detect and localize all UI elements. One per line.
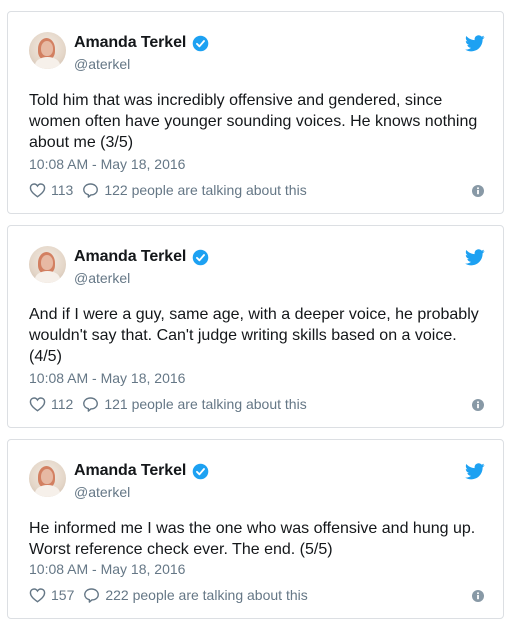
user-handle[interactable]: @aterkel: [74, 56, 130, 72]
tweet-card[interactable]: Amanda Terkel @aterkel Told him that was…: [7, 11, 504, 214]
twitter-bird-icon[interactable]: [465, 463, 485, 480]
display-name[interactable]: Amanda Terkel: [74, 248, 186, 266]
display-name[interactable]: Amanda Terkel: [74, 34, 186, 52]
author-row: Amanda Terkel: [74, 248, 209, 266]
avatar[interactable]: [29, 460, 66, 497]
avatar[interactable]: [29, 32, 66, 69]
tweet-actions: 157 222 people are talking about this: [29, 587, 317, 603]
like-count: 112: [51, 396, 74, 412]
heart-icon: [29, 588, 46, 603]
talking-count: 122 people are talking about this: [104, 182, 307, 198]
talking-count: 121 people are talking about this: [104, 396, 307, 412]
conversation-action[interactable]: 222 people are talking about this: [83, 587, 308, 603]
embedded-tweet-thread: Amanda Terkel @aterkel Told him that was…: [0, 0, 522, 634]
verified-badge-icon: [192, 463, 209, 479]
speech-bubble-icon: [84, 588, 100, 603]
verified-badge-icon: [192, 249, 209, 265]
display-name[interactable]: Amanda Terkel: [74, 462, 186, 480]
author-row: Amanda Terkel: [74, 34, 209, 52]
avatar[interactable]: [29, 246, 66, 283]
tweet-text: And if I were a guy, same age, with a de…: [29, 306, 479, 365]
tweet-text: Told him that was incredibly offensive a…: [29, 92, 478, 151]
speech-bubble-icon: [83, 183, 99, 198]
tweet-card[interactable]: Amanda Terkel @aterkel And if I were a g…: [7, 225, 504, 428]
verified-badge-icon: [192, 35, 209, 51]
tweet-text: He informed me I was the one who was off…: [29, 520, 476, 558]
like-action[interactable]: 157: [29, 587, 74, 603]
user-handle[interactable]: @aterkel: [74, 484, 130, 500]
info-icon[interactable]: [472, 185, 484, 197]
info-icon[interactable]: [472, 590, 484, 602]
like-action[interactable]: 112: [29, 396, 73, 412]
user-handle[interactable]: @aterkel: [74, 270, 130, 286]
like-action[interactable]: 113: [29, 182, 73, 198]
tweet-timestamp[interactable]: 10:08 AM - May 18, 2016: [29, 370, 185, 386]
twitter-bird-icon[interactable]: [465, 35, 485, 52]
heart-icon: [29, 397, 46, 412]
twitter-bird-icon[interactable]: [465, 249, 485, 266]
author-row: Amanda Terkel: [74, 462, 209, 480]
tweet-actions: 113 122 people are talking about this: [29, 182, 316, 198]
speech-bubble-icon: [83, 397, 99, 412]
heart-icon: [29, 183, 46, 198]
like-count: 113: [51, 182, 74, 198]
like-count: 157: [51, 587, 75, 603]
conversation-action[interactable]: 121 people are talking about this: [82, 396, 307, 412]
conversation-action[interactable]: 122 people are talking about this: [82, 182, 307, 198]
tweet-timestamp[interactable]: 10:08 AM - May 18, 2016: [29, 561, 185, 577]
info-icon[interactable]: [472, 399, 484, 411]
tweet-card[interactable]: Amanda Terkel @aterkel He informed me I …: [7, 439, 504, 619]
tweet-timestamp[interactable]: 10:08 AM - May 18, 2016: [29, 156, 185, 172]
tweet-actions: 112 121 people are talking about this: [29, 396, 316, 412]
talking-count: 222 people are talking about this: [105, 587, 308, 603]
